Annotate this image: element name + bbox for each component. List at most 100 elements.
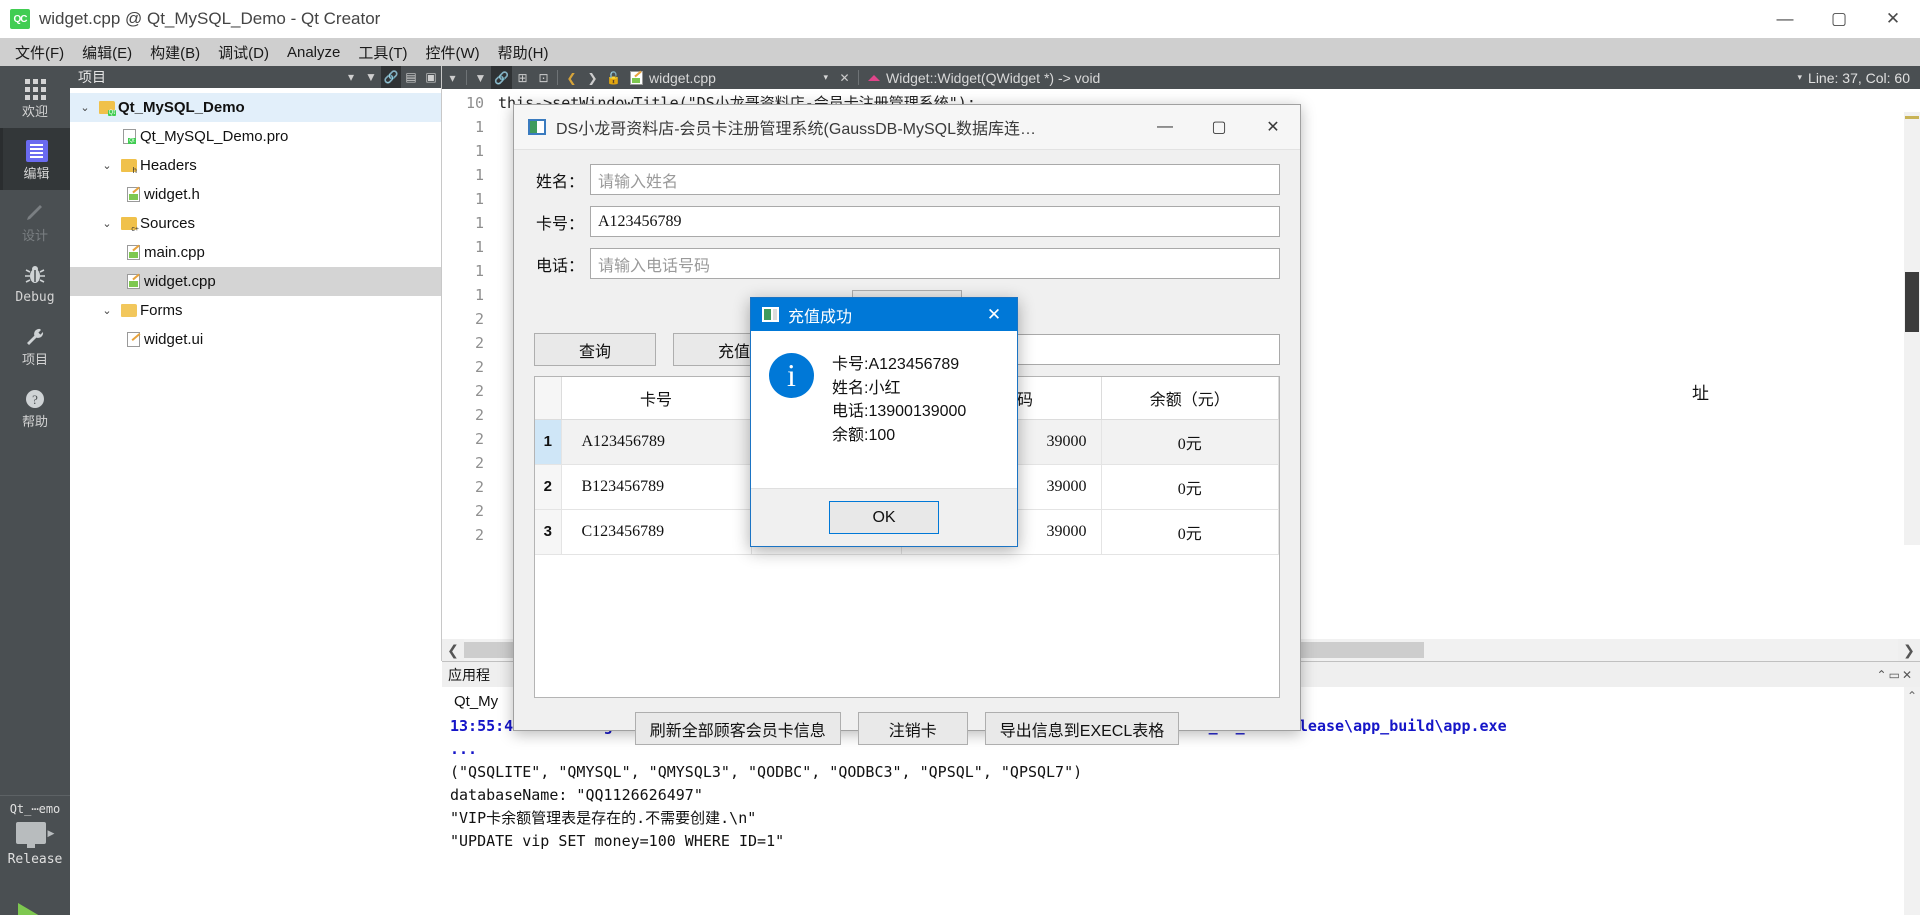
export-excel-button[interactable]: 导出信息到EXECL表格 (984, 712, 1180, 745)
recharge-success-dialog: 充值成功 ✕ i 卡号:A123456789 姓名:小红 电话:13900139… (750, 297, 1018, 547)
menu-window[interactable]: 控件(W) (417, 38, 489, 67)
name-field-row: 姓名： 请输入姓名 (534, 164, 1280, 195)
menu-tools[interactable]: 工具(T) (349, 38, 416, 67)
chevron-down-icon[interactable]: ▾ (341, 66, 361, 88)
menu-file[interactable]: 文件(F) (6, 38, 73, 67)
scroll-left-icon[interactable]: ❮ (442, 639, 464, 661)
mode-debug[interactable]: Debug (0, 252, 70, 314)
message-box-footer: OK (751, 488, 1017, 546)
tree-item-project[interactable]: ⌄ Qt_MySQL_Demo (70, 93, 441, 122)
expand-icon[interactable]: ▤ (401, 66, 421, 88)
menu-analyze[interactable]: Analyze (278, 40, 349, 65)
phone-field-row: 电话： 请输入电话号码 (534, 248, 1280, 279)
app-window-icon (762, 307, 779, 322)
filter-icon[interactable]: ▼ (470, 66, 491, 89)
sources-folder-icon (118, 217, 140, 233)
maximize-button[interactable]: ▢ (1812, 0, 1866, 38)
close-button[interactable]: ✕ (1866, 0, 1920, 38)
mode-help[interactable]: ? 帮助 (0, 376, 70, 438)
cell-balance: 0元 (1101, 509, 1279, 555)
phone-field[interactable]: 请输入电话号码 (590, 248, 1280, 279)
chevron-down-icon[interactable]: ▾ (1798, 72, 1803, 83)
editor-vertical-scrollbar[interactable] (1904, 112, 1920, 545)
monitor-icon: ▶ (0, 822, 70, 848)
phone-field-label: 电话： (535, 257, 584, 275)
split-icon[interactable]: ⊞ (512, 66, 533, 89)
output-vertical-scrollbar[interactable]: ⌃ (1904, 687, 1920, 915)
name-field[interactable]: 请输入姓名 (590, 164, 1280, 195)
chevron-down-icon[interactable]: ▾ (442, 66, 463, 89)
grid-icon (22, 76, 48, 102)
scroll-right-icon[interactable]: ❯ (1898, 639, 1920, 661)
cancel-card-button[interactable]: 注销卡 (857, 712, 968, 745)
tree-item-headers[interactable]: ⌄ Headers (70, 151, 441, 180)
mode-debug-label: Debug (15, 290, 55, 305)
chevron-up-icon[interactable]: ⌃ (1877, 668, 1887, 682)
minimize-button[interactable]: — (1758, 0, 1812, 38)
row-index: 3 (535, 509, 562, 555)
app-maximize-button[interactable]: ▢ (1192, 105, 1246, 149)
app-close-button[interactable]: ✕ (1246, 105, 1300, 149)
link-icon[interactable]: 🔗 (491, 66, 512, 89)
tree-item-widget-ui[interactable]: widget.ui (70, 325, 441, 354)
close-document-icon[interactable]: ✕ (834, 66, 855, 89)
menu-help[interactable]: 帮助(H) (489, 38, 558, 67)
line-col-indicator: Line: 37, Col: 60 (1808, 69, 1910, 86)
ok-button[interactable]: OK (829, 501, 939, 534)
chevron-down-icon[interactable]: ▾ (823, 72, 828, 83)
window-title: widget.cpp @ Qt_MySQL_Demo - Qt Creator (39, 9, 381, 28)
function-symbol-icon (868, 69, 880, 81)
tree-item-sources[interactable]: ⌄ Sources (70, 209, 441, 238)
forward-arrow-icon[interactable]: ❯ (582, 66, 603, 89)
source-file-icon (122, 245, 144, 260)
menu-edit[interactable]: 编辑(E) (73, 38, 141, 67)
app-minimize-button[interactable]: — (1138, 105, 1192, 149)
project-pane-header: 项目 ▾ ▼ 🔗 ▤ ▣ (70, 66, 441, 88)
console-line: ("QSQLITE", "QMYSQL", "QMYSQL3", "QODBC"… (450, 763, 1083, 781)
link-icon[interactable]: 🔗 (381, 66, 401, 88)
tree-label: Sources (140, 215, 196, 232)
name-field-label: 姓名： (535, 173, 584, 191)
mode-projects[interactable]: 项目 (0, 314, 70, 376)
symbol-combo[interactable]: Widget::Widget(QWidget *) -> void ▾ (862, 66, 1808, 89)
query-button[interactable]: 查询 (534, 333, 656, 366)
open-file-combo[interactable]: widget.cpp ▾ (624, 66, 834, 89)
project-tree: ⌄ Qt_MySQL_Demo Qt_MySQL_Demo.pro ⌄ Head… (70, 88, 441, 354)
maximize-output-icon[interactable]: ▭ (1889, 668, 1900, 682)
console-line: "VIP卡余额管理表是存在的.不需要创建.\n" (450, 809, 757, 827)
kit-selector[interactable]: Qt_⋯emo ▶ Release (0, 795, 70, 915)
menu-build[interactable]: 构建(B) (141, 38, 209, 67)
chevron-down-icon[interactable]: ⌄ (96, 217, 118, 230)
run-play-icon[interactable] (18, 903, 40, 915)
mode-welcome[interactable]: 欢迎 (0, 66, 70, 128)
tree-item-forms[interactable]: ⌄ Forms (70, 296, 441, 325)
card-number-field[interactable]: A123456789 (590, 206, 1280, 237)
lock-icon[interactable]: 🔓 (603, 66, 624, 89)
message-line-phone: 电话:13900139000 (832, 403, 967, 421)
mode-design[interactable]: 设计 (0, 190, 70, 252)
tree-item-widget-cpp[interactable]: widget.cpp (70, 267, 441, 296)
chevron-down-icon[interactable]: ⌄ (74, 101, 96, 114)
tree-item-main-cpp[interactable]: main.cpp (70, 238, 441, 267)
refresh-all-members-button[interactable]: 刷新全部顾客会员卡信息 (634, 712, 841, 745)
info-icon: i (769, 353, 814, 398)
close-output-icon[interactable]: ✕ (1902, 668, 1912, 682)
mode-edit[interactable]: 编辑 (0, 128, 70, 190)
close-split-icon[interactable]: ⊡ (533, 66, 554, 89)
message-box-body: i 卡号:A123456789 姓名:小红 电话:13900139000 余额:… (751, 331, 1017, 488)
back-arrow-icon[interactable]: ❮ (561, 66, 582, 89)
chevron-down-icon[interactable]: ⌄ (96, 159, 118, 172)
tree-item-widget-h[interactable]: widget.h (70, 180, 441, 209)
app-window-title-bar: DS小龙哥资料店-会员卡注册管理系统(GaussDB-MySQL数据库连… — … (514, 105, 1300, 150)
scroll-up-icon[interactable]: ⌃ (1904, 689, 1920, 703)
tree-item-pro-file[interactable]: Qt_MySQL_Demo.pro (70, 122, 441, 151)
footer-button-row: 刷新全部顾客会员卡信息 注销卡 导出信息到EXECL表格 (534, 712, 1280, 745)
sync-icon[interactable]: ▣ (421, 66, 441, 88)
mode-welcome-label: 欢迎 (21, 104, 48, 119)
message-box-close-button[interactable]: ✕ (971, 298, 1017, 331)
filter-icon[interactable]: ▼ (361, 66, 381, 88)
chevron-down-icon[interactable]: ⌄ (96, 304, 118, 317)
menu-debug[interactable]: 调试(D) (209, 38, 278, 67)
message-box-title: 充值成功 (788, 308, 853, 326)
app-window-icon (528, 119, 546, 135)
